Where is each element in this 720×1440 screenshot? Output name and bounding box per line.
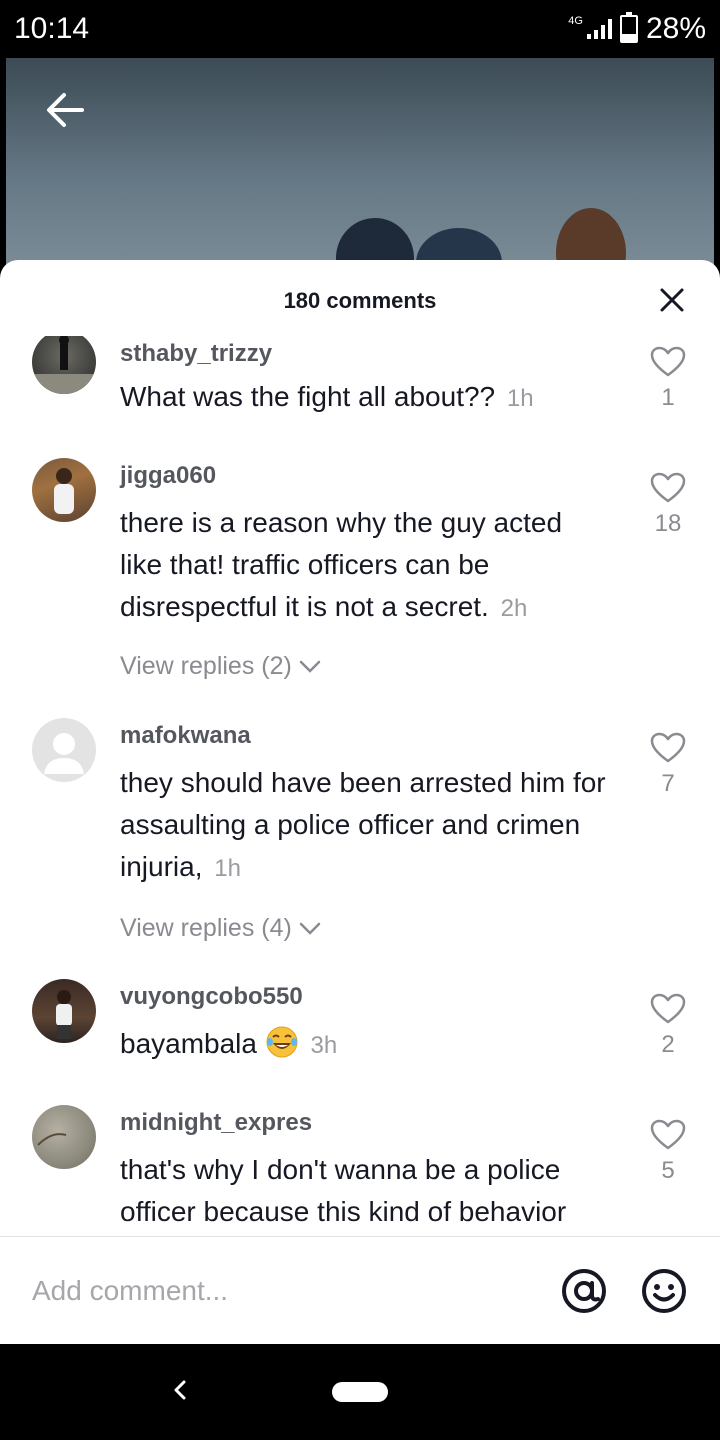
- comment-text: they should have been arrested him for a…: [120, 762, 610, 890]
- view-replies-button[interactable]: View replies (2): [120, 652, 322, 681]
- system-nav-bar: [0, 1344, 720, 1440]
- view-replies-button[interactable]: View replies (4): [120, 914, 322, 943]
- avatar[interactable]: [32, 1105, 96, 1169]
- video-preview[interactable]: [6, 58, 714, 278]
- default-avatar-icon: [44, 733, 84, 774]
- comments-sheet: 180 comments sthaby_trizzy What was the …: [0, 260, 720, 1344]
- like-count: 2: [661, 1031, 675, 1058]
- avatar[interactable]: [32, 336, 96, 394]
- like-count: 7: [661, 770, 675, 797]
- like-count: 1: [661, 384, 675, 411]
- comment-text: bayambala 3h: [120, 1023, 610, 1067]
- comment-item: sthaby_trizzy What was the fight all abo…: [0, 336, 720, 446]
- like-button[interactable]: 1: [644, 346, 692, 412]
- comment-body: that's why I don't wanna be a police off…: [120, 1154, 567, 1227]
- comment-item: mafokwana they should have been arrested…: [0, 718, 720, 980]
- comment-input[interactable]: [32, 1267, 532, 1315]
- comment-time: 1h: [506, 385, 534, 412]
- sheet-header: 180 comments: [0, 260, 720, 336]
- status-time: 10:14: [14, 12, 90, 45]
- view-replies-label: View replies (4): [120, 914, 292, 942]
- comment-text: that's why I don't wanna be a police off…: [120, 1149, 610, 1233]
- comment-item: vuyongcobo550 bayambala 3h 2: [0, 979, 720, 1099]
- battery-icon: [619, 12, 638, 43]
- comment-text: What was the fight all about?? 1h: [120, 376, 610, 420]
- comment-item: midnight_expres that's why I don't wanna…: [0, 1105, 720, 1234]
- comment-username[interactable]: midnight_expres: [120, 1109, 312, 1137]
- arrow-left-icon: [47, 93, 84, 127]
- comment-username[interactable]: vuyongcobo550: [120, 983, 303, 1011]
- view-replies-label: View replies (2): [120, 652, 292, 680]
- status-icons: 4G 28%: [568, 12, 706, 46]
- comment-username[interactable]: jigga060: [120, 462, 216, 490]
- like-count: 5: [661, 1157, 675, 1184]
- heart-icon: [650, 472, 686, 503]
- heart-icon: [650, 346, 686, 377]
- like-button[interactable]: 18: [644, 472, 692, 538]
- comment-body: they should have been arrested him for a…: [120, 767, 606, 882]
- network-type: 4G: [568, 15, 583, 27]
- comment-username[interactable]: sthaby_trizzy: [120, 340, 272, 368]
- smiley-icon: [642, 1269, 686, 1313]
- comment-item: jigga060 there is a reason why the guy a…: [0, 458, 720, 720]
- comment-text: there is a reason why the guy acted like…: [120, 502, 610, 630]
- battery-percent: 28%: [645, 12, 706, 45]
- close-button[interactable]: [658, 286, 686, 314]
- comments-count-title: 180 comments: [283, 288, 437, 313]
- comment-body: bayambala: [120, 1028, 257, 1059]
- comment-body: What was the fight all about??: [120, 381, 496, 412]
- comment-time: 1h: [214, 855, 241, 882]
- heart-icon: [650, 993, 686, 1024]
- at-sign-icon: [562, 1269, 606, 1313]
- like-button[interactable]: 2: [644, 993, 692, 1059]
- comment-list[interactable]: sthaby_trizzy What was the fight all abo…: [0, 336, 720, 1234]
- like-button[interactable]: 5: [644, 1119, 692, 1185]
- signal-icon: [586, 19, 612, 39]
- like-button[interactable]: 7: [644, 732, 692, 798]
- heart-icon: [650, 732, 686, 763]
- emoji-button[interactable]: [640, 1267, 688, 1315]
- nav-back-button[interactable]: [168, 1376, 192, 1404]
- close-icon: [660, 288, 684, 312]
- chevron-down-icon: [299, 660, 321, 673]
- like-count: 18: [654, 510, 682, 537]
- nav-back-icon: [174, 1380, 186, 1400]
- mention-button[interactable]: [560, 1267, 608, 1315]
- avatar[interactable]: [32, 718, 96, 782]
- status-bar: 10:14 4G 28%: [0, 0, 720, 58]
- avatar[interactable]: [32, 458, 96, 522]
- comment-username[interactable]: mafokwana: [120, 722, 251, 750]
- comment-input-bar: [0, 1236, 720, 1344]
- back-button[interactable]: [42, 86, 90, 134]
- home-pill-icon[interactable]: [332, 1382, 388, 1402]
- chevron-down-icon: [299, 922, 321, 935]
- laughing-tears-emoji: [266, 1026, 298, 1058]
- comment-time: 3h: [310, 1032, 338, 1059]
- comment-body: there is a reason why the guy acted like…: [120, 507, 563, 622]
- comment-time: 2h: [500, 595, 528, 622]
- heart-icon: [650, 1119, 686, 1150]
- avatar[interactable]: [32, 979, 96, 1043]
